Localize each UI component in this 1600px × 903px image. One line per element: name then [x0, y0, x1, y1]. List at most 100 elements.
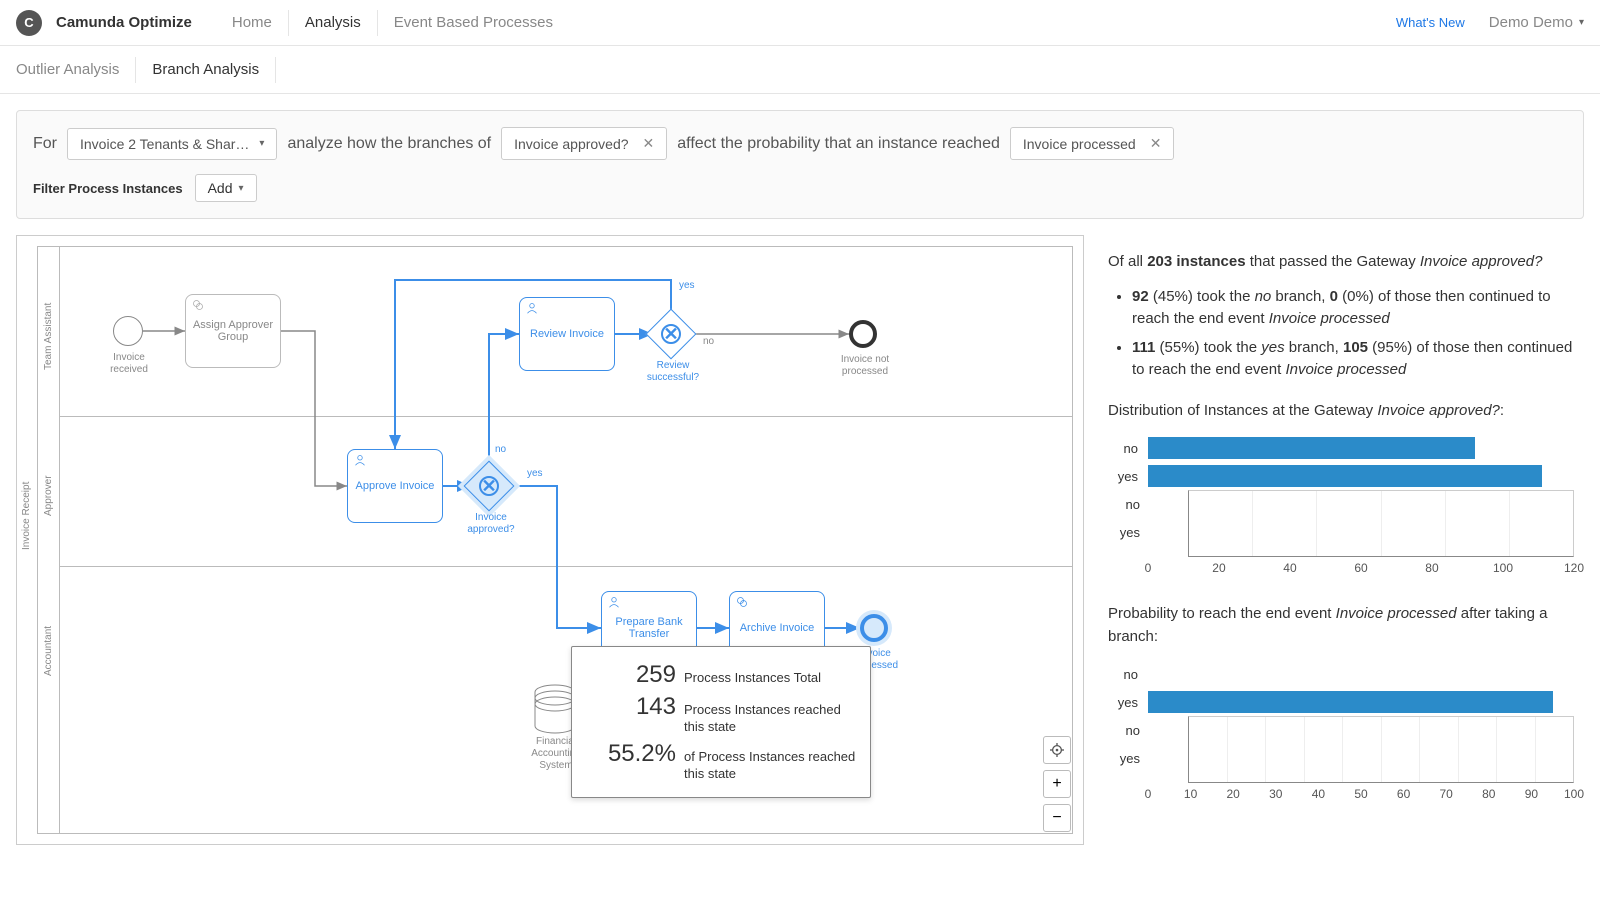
- chart-bar: [1148, 691, 1553, 713]
- chart-tick: 80: [1482, 787, 1495, 801]
- service-icon: [736, 596, 748, 608]
- chart-bar: [1189, 751, 1554, 773]
- bpmn-diagram[interactable]: Invoice Receipt Team Assistant Approver …: [16, 235, 1084, 845]
- chart-bar-row: yes: [1108, 462, 1574, 490]
- chart-prob-title: Probability to reach the end event Invoi…: [1108, 603, 1574, 648]
- tooltip-percent-text: of Process Instances reached this state: [684, 749, 856, 783]
- gateway-review-label: Review successful?: [641, 360, 705, 384]
- chart-bar: [1189, 500, 1483, 522]
- topbar: C Camunda Optimize Home Analysis Event B…: [0, 0, 1600, 46]
- chart-category-label: yes: [1108, 518, 1148, 546]
- service-icon: [192, 299, 204, 311]
- task-label: Prepare Bank Transfer: [606, 616, 692, 640]
- end-event-processed[interactable]: [860, 614, 888, 642]
- nav-analysis[interactable]: Analysis: [288, 10, 377, 36]
- label-analyze: analyze how the branches of: [287, 135, 491, 153]
- end-event-not-processed[interactable]: [849, 320, 877, 348]
- process-select-value: Invoice 2 Tenants & Shar…: [80, 136, 249, 152]
- flow-label-no: no: [495, 444, 506, 455]
- chart-category-label: yes: [1108, 469, 1138, 484]
- endevent-chip[interactable]: Invoice processed ✕: [1010, 127, 1175, 160]
- chart-probability: noyesnoyes 0102030405060708090100: [1108, 660, 1574, 805]
- task-label: Assign Approver Group: [190, 319, 276, 343]
- chart-dist-title: Distribution of Instances at the Gateway…: [1108, 400, 1574, 423]
- top-navigation: Home Analysis Event Based Processes: [216, 10, 1396, 36]
- chevron-down-icon: ▾: [1579, 17, 1584, 28]
- start-event[interactable]: [113, 316, 143, 346]
- user-icon: [354, 454, 366, 466]
- chart-bar-row: yes: [1108, 688, 1574, 716]
- chart-bar-row: no: [1108, 660, 1574, 688]
- whats-new-link[interactable]: What's New: [1396, 15, 1465, 30]
- filter-label: Filter Process Instances: [33, 181, 183, 196]
- nav-event-based-processes[interactable]: Event Based Processes: [377, 10, 569, 36]
- task-assign-approver[interactable]: Assign Approver Group: [185, 294, 281, 368]
- chart-distribution: noyesnoyes 020406080100120: [1108, 434, 1574, 579]
- close-icon[interactable]: ✕: [1146, 135, 1162, 152]
- user-icon: [526, 302, 538, 314]
- chart-tick: 10: [1184, 787, 1197, 801]
- tooltip-percent-num: 55.2%: [586, 740, 676, 768]
- gateway-chip-value: Invoice approved?: [514, 136, 628, 152]
- task-label: Approve Invoice: [356, 480, 435, 492]
- subnav-outlier-analysis[interactable]: Outlier Analysis: [16, 57, 136, 83]
- sub-navigation: Outlier Analysis Branch Analysis: [0, 46, 1600, 94]
- chart-tick: 100: [1493, 561, 1513, 575]
- lane-approver: Approver: [43, 436, 54, 556]
- endevent-chip-value: Invoice processed: [1023, 136, 1136, 152]
- add-filter-label: Add: [208, 180, 233, 196]
- flow-label-yes: yes: [527, 468, 543, 479]
- end-event-not-processed-label: Invoice not processed: [829, 354, 901, 378]
- analysis-intro: Of all 203 instances that passed the Gat…: [1108, 251, 1574, 274]
- chart-tick: 30: [1269, 787, 1282, 801]
- nav-home[interactable]: Home: [216, 10, 288, 36]
- task-review-invoice[interactable]: Review Invoice: [519, 297, 615, 371]
- lane-team-assistant: Team Assistant: [43, 266, 54, 406]
- add-filter-button[interactable]: Add ▾: [195, 174, 257, 202]
- subnav-branch-analysis[interactable]: Branch Analysis: [136, 57, 276, 83]
- chart-tick: 70: [1440, 787, 1453, 801]
- tooltip-reached-num: 143: [586, 693, 676, 721]
- chart-bar: [1148, 437, 1475, 459]
- tooltip-reached-text: Process Instances reached this state: [684, 702, 856, 736]
- task-approve-invoice[interactable]: Approve Invoice: [347, 449, 443, 523]
- chart-tick: 20: [1227, 787, 1240, 801]
- user-menu[interactable]: Demo Demo ▾: [1489, 14, 1584, 31]
- chart-tick: 100: [1564, 787, 1584, 801]
- chart-category-label: no: [1108, 716, 1148, 744]
- logo-icon: C: [16, 10, 42, 36]
- chart-tick: 50: [1354, 787, 1367, 801]
- task-label: Archive Invoice: [740, 622, 815, 634]
- tooltip-total-text: Process Instances Total: [684, 670, 856, 687]
- chart-bar-row: no: [1108, 434, 1574, 462]
- chart-category-label: no: [1108, 441, 1138, 456]
- chart-tick: 120: [1564, 561, 1584, 575]
- label-affect: affect the probability that an instance …: [677, 135, 1000, 153]
- start-event-label: Invoice received: [99, 352, 159, 376]
- stats-tooltip: 259Process Instances Total 143Process In…: [571, 646, 871, 798]
- chart-axis: 020406080100120: [1148, 561, 1574, 579]
- chart-category-label: yes: [1108, 695, 1138, 710]
- chart-bar: [1148, 465, 1542, 487]
- zoom-out-button[interactable]: −: [1043, 804, 1071, 832]
- chart-bar: [1189, 525, 1544, 547]
- close-icon[interactable]: ✕: [639, 135, 655, 152]
- task-label: Review Invoice: [530, 328, 604, 340]
- chart-tick: 0: [1145, 561, 1152, 575]
- chart-category-label: no: [1108, 490, 1148, 518]
- chart-tick: 60: [1397, 787, 1410, 801]
- target-icon: [1050, 743, 1064, 757]
- chart-tick: 90: [1525, 787, 1538, 801]
- gateway-chip[interactable]: Invoice approved? ✕: [501, 127, 667, 160]
- user-icon: [608, 596, 620, 608]
- analysis-branch-yes: 111 (55%) took the yes branch, 105 (95%)…: [1132, 337, 1574, 382]
- chart-tick: 60: [1354, 561, 1367, 575]
- zoom-controls: + −: [1043, 736, 1071, 832]
- zoom-in-button[interactable]: +: [1043, 770, 1071, 798]
- user-name: Demo Demo: [1489, 14, 1573, 31]
- reset-view-button[interactable]: [1043, 736, 1071, 764]
- brand-name: Camunda Optimize: [56, 14, 192, 31]
- process-select[interactable]: Invoice 2 Tenants & Shar… ▾: [67, 128, 277, 160]
- gateway-invoice-approved-label: Invoice approved?: [459, 512, 523, 536]
- flow-label-yes: yes: [679, 280, 695, 291]
